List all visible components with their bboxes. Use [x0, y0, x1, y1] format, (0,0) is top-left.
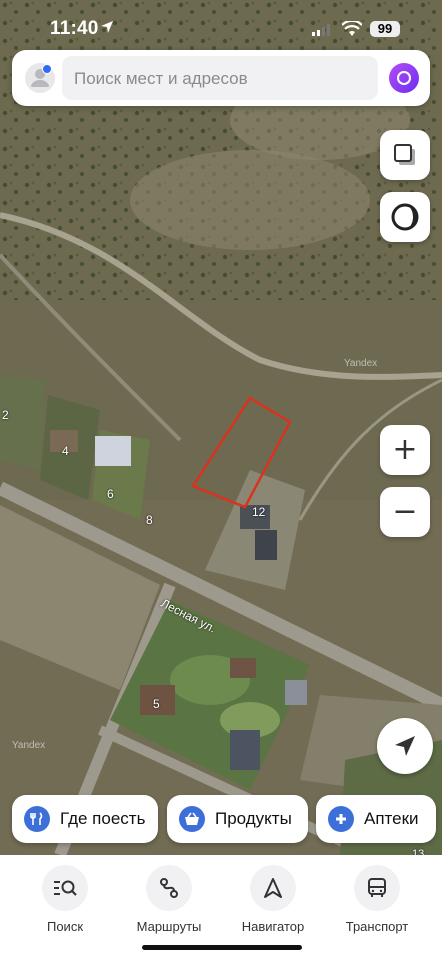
wifi-icon: [342, 21, 362, 36]
layers-icon: [394, 144, 415, 165]
tab-transport[interactable]: Транспорт: [327, 865, 427, 934]
zoom-in-button[interactable]: +: [380, 425, 430, 475]
cellular-signal-icon: [312, 24, 330, 36]
plus-icon: +: [392, 432, 418, 467]
alice-assistant-icon[interactable]: [389, 63, 419, 93]
pharmacy-cross-icon: [328, 806, 354, 832]
chip-food[interactable]: Где поесть: [12, 795, 158, 843]
notification-dot: [42, 64, 52, 74]
bus-icon: [354, 865, 400, 911]
satellite-map[interactable]: 2 4 6 8 12 5 13 Лесная ул. Yandex Yandex: [0, 0, 442, 855]
search-card: Поиск мест и адресов: [12, 50, 430, 106]
tab-label: Навигатор: [241, 919, 305, 934]
map-style-button[interactable]: [380, 192, 430, 242]
status-time: 11:40: [50, 18, 99, 39]
house-number-12: 12: [252, 505, 266, 519]
house-number-5: 5: [153, 697, 160, 711]
tab-routes[interactable]: Маршруты: [119, 865, 219, 934]
navigator-arrow-icon: [250, 865, 296, 911]
chip-groceries[interactable]: Продукты: [167, 795, 308, 843]
house-number-4: 4: [62, 444, 69, 458]
tab-label: Поиск: [46, 919, 84, 934]
fork-knife-icon: [24, 806, 50, 832]
minus-icon: −: [392, 494, 418, 529]
house-number-13: 13: [412, 848, 425, 855]
map-watermark: Yandex: [344, 358, 378, 369]
map-watermark-2: Yandex: [12, 740, 46, 751]
tab-navigator[interactable]: Навигатор: [223, 865, 323, 934]
battery-indicator: 99: [370, 21, 400, 37]
tab-label: Транспорт: [345, 919, 409, 934]
search-input[interactable]: Поиск мест и адресов: [62, 56, 378, 100]
house-number-8: 8: [146, 513, 153, 527]
basket-icon: [179, 806, 205, 832]
contrast-circle-icon: [391, 203, 419, 231]
zoom-out-button[interactable]: −: [380, 487, 430, 537]
status-bar: 11:40 99: [0, 0, 442, 56]
location-arrow-icon: [101, 21, 113, 33]
location-arrow-icon: [395, 736, 415, 756]
tab-label: Маршруты: [136, 919, 202, 934]
layers-button[interactable]: [380, 130, 430, 180]
chip-label: Где поесть: [60, 809, 146, 828]
house-number-6: 6: [107, 487, 114, 501]
my-location-button[interactable]: [377, 718, 433, 774]
chip-label: Продукты: [215, 809, 292, 828]
chip-label: Аптеки: [364, 809, 419, 828]
route-icon: [146, 865, 192, 911]
search-list-icon: [42, 865, 88, 911]
chip-pharmacy[interactable]: Аптеки: [316, 795, 436, 843]
house-number-2: 2: [2, 408, 9, 422]
search-placeholder: Поиск мест и адресов: [74, 69, 248, 88]
tab-search[interactable]: Поиск: [15, 865, 115, 934]
home-indicator: [142, 945, 302, 950]
